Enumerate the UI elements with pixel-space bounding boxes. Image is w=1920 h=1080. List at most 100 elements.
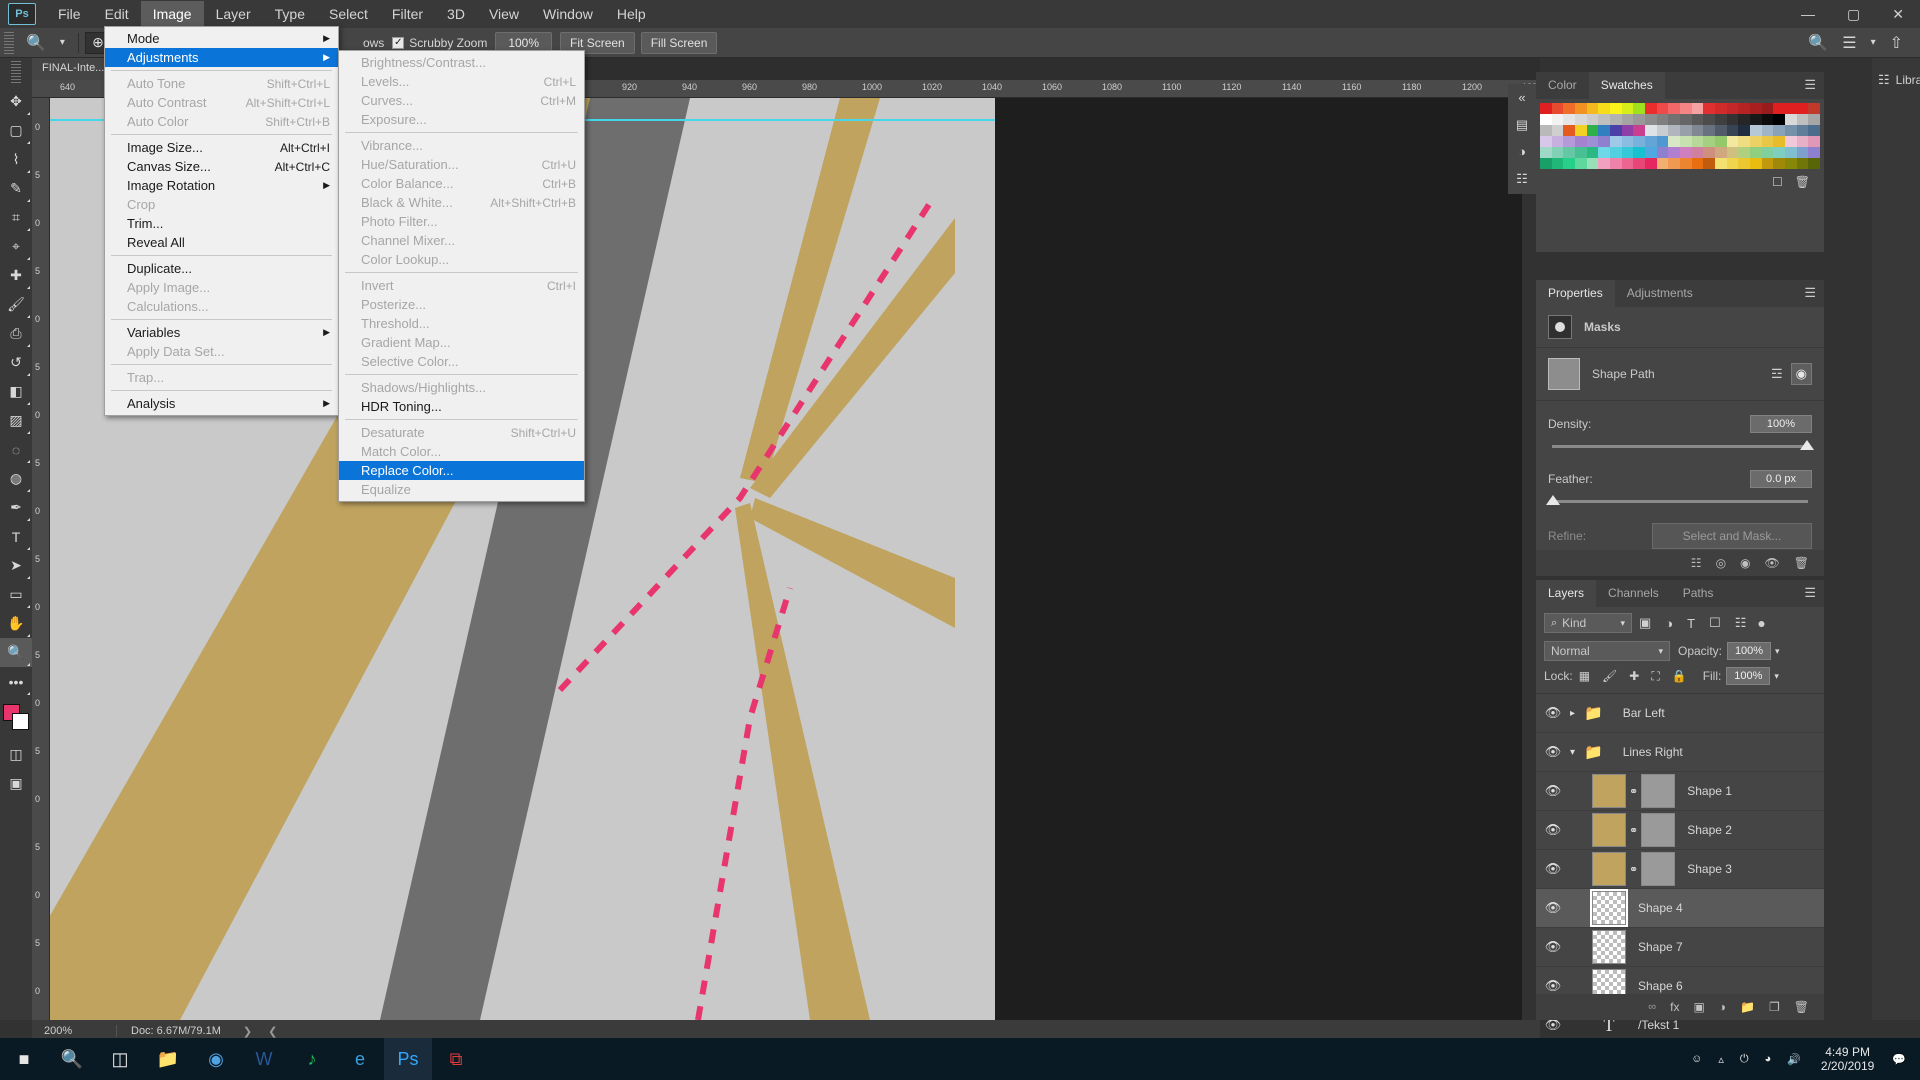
swatch-cell[interactable] bbox=[1703, 125, 1715, 136]
apply-mask-icon[interactable]: ◉ bbox=[1733, 556, 1757, 570]
panel-menu-icon[interactable]: ☰ bbox=[1796, 71, 1824, 99]
layer-visibility-icon[interactable]: 👁 bbox=[1536, 978, 1570, 994]
libraries-icon[interactable]: ☷ bbox=[1878, 72, 1890, 88]
tools-grip[interactable] bbox=[11, 61, 21, 83]
lock-all-icon[interactable]: 🔒 bbox=[1666, 669, 1693, 683]
swatch-cell[interactable] bbox=[1587, 103, 1599, 114]
layer-mask-thumbnail[interactable] bbox=[1641, 813, 1675, 847]
layer-visibility-icon[interactable]: 👁 bbox=[1536, 744, 1570, 760]
swatch-cell[interactable] bbox=[1762, 147, 1774, 158]
doc-info[interactable]: Doc: 6.67M/79.1M bbox=[116, 1025, 235, 1037]
swatch-cell[interactable] bbox=[1750, 136, 1762, 147]
gradient-tool[interactable]: ▨ bbox=[0, 406, 32, 435]
layer-row[interactable]: 👁▾📁Lines Right bbox=[1536, 733, 1824, 772]
swatch-cell[interactable] bbox=[1668, 147, 1680, 158]
adjustments-item-brightness-contrast[interactable]: Brightness/Contrast... bbox=[339, 53, 584, 72]
layer-visibility-icon[interactable]: 👁 bbox=[1536, 900, 1570, 916]
image-menu-item-canvas-size[interactable]: Canvas Size...Alt+Ctrl+C bbox=[105, 157, 338, 176]
swatch-cell[interactable] bbox=[1773, 147, 1785, 158]
chevron-left-icon[interactable]: ❮ bbox=[260, 1025, 285, 1038]
swatch-cell[interactable] bbox=[1797, 125, 1809, 136]
swatch-cell[interactable] bbox=[1598, 158, 1610, 169]
image-menu-item-mode[interactable]: Mode▶ bbox=[105, 29, 338, 48]
people-icon[interactable]: ☺ bbox=[1683, 1053, 1710, 1065]
battery-icon[interactable]: ⏻ bbox=[1732, 1053, 1757, 1066]
link-layers-icon[interactable]: ∞ bbox=[1641, 1001, 1663, 1013]
vertical-ruler[interactable]: 05050505050505050505 bbox=[32, 98, 50, 1020]
layer-visibility-icon[interactable]: 👁 bbox=[1536, 939, 1570, 955]
edge-icon[interactable]: e bbox=[336, 1038, 384, 1080]
swatch-cell[interactable] bbox=[1785, 136, 1797, 147]
share-icon[interactable]: ⇧ bbox=[1883, 33, 1910, 53]
smart-object-filter-icon[interactable]: ☷ bbox=[1728, 615, 1754, 631]
swatch-cell[interactable] bbox=[1727, 136, 1739, 147]
taskbar-clock[interactable]: 4:49 PM 2/20/2019 bbox=[1809, 1045, 1886, 1073]
layer-row[interactable]: 👁⚭Shape 2 bbox=[1536, 811, 1824, 850]
image-menu-item-auto-tone[interactable]: Auto ToneShift+Ctrl+L bbox=[105, 74, 338, 93]
swatch-cell[interactable] bbox=[1715, 147, 1727, 158]
swatch-cell[interactable] bbox=[1703, 158, 1715, 169]
tab-swatches[interactable]: Swatches bbox=[1589, 72, 1665, 99]
layer-row[interactable]: 👁Shape 7 bbox=[1536, 928, 1824, 967]
swatch-cell[interactable] bbox=[1692, 114, 1704, 125]
adjustments-item-black-white[interactable]: Black & White...Alt+Shift+Ctrl+B bbox=[339, 193, 584, 212]
chevron-down-icon[interactable]: ▾ bbox=[1864, 37, 1883, 48]
eraser-tool[interactable]: ◧ bbox=[0, 377, 32, 406]
swatch-cell[interactable] bbox=[1738, 103, 1750, 114]
adjustments-item-hdr-toning[interactable]: HDR Toning... bbox=[339, 397, 584, 416]
image-menu-item-reveal-all[interactable]: Reveal All bbox=[105, 233, 338, 252]
swatch-cell[interactable] bbox=[1785, 125, 1797, 136]
swatch-cell[interactable] bbox=[1657, 114, 1669, 125]
swatch-cell[interactable] bbox=[1762, 125, 1774, 136]
swatch-cell[interactable] bbox=[1575, 158, 1587, 169]
swatch-cell[interactable] bbox=[1552, 136, 1564, 147]
feather-slider[interactable] bbox=[1552, 500, 1808, 503]
swatch-cell[interactable] bbox=[1645, 136, 1657, 147]
tab-channels[interactable]: Channels bbox=[1596, 580, 1671, 607]
marquee-tool[interactable]: ▢ bbox=[0, 116, 32, 145]
image-menu-item-image-rotation[interactable]: Image Rotation▶ bbox=[105, 176, 338, 195]
adjustments-item-curves[interactable]: Curves...Ctrl+M bbox=[339, 91, 584, 110]
swatch-cell[interactable] bbox=[1552, 114, 1564, 125]
image-menu-item-crop[interactable]: Crop bbox=[105, 195, 338, 214]
swatches-grid[interactable] bbox=[1536, 99, 1824, 169]
adjustments-item-hue-saturation[interactable]: Hue/Saturation...Ctrl+U bbox=[339, 155, 584, 174]
image-menu-item-adjustments[interactable]: Adjustments▶ bbox=[105, 48, 338, 67]
adjustments-item-equalize[interactable]: Equalize bbox=[339, 480, 584, 499]
layer-row[interactable]: 👁⚭Shape 1 bbox=[1536, 772, 1824, 811]
swatch-cell[interactable] bbox=[1610, 103, 1622, 114]
wifi-icon[interactable]: ◕ bbox=[1757, 1053, 1780, 1065]
adjustments-item-match-color[interactable]: Match Color... bbox=[339, 442, 584, 461]
swatch-cell[interactable] bbox=[1797, 114, 1809, 125]
swatch-cell[interactable] bbox=[1598, 136, 1610, 147]
swatch-cell[interactable] bbox=[1738, 147, 1750, 158]
swatch-cell[interactable] bbox=[1715, 103, 1727, 114]
delete-mask-icon[interactable]: 🗑 bbox=[1787, 556, 1816, 570]
swatch-cell[interactable] bbox=[1633, 147, 1645, 158]
crop-tool[interactable]: ⌗ bbox=[0, 203, 32, 232]
swatch-cell[interactable] bbox=[1587, 147, 1599, 158]
swatch-cell[interactable] bbox=[1680, 136, 1692, 147]
add-pixel-mask-icon[interactable]: ☲ bbox=[1767, 366, 1787, 382]
layer-row[interactable]: 👁⚭Shape 3 bbox=[1536, 850, 1824, 889]
search-icon[interactable]: 🔍 bbox=[1801, 33, 1835, 53]
swatch-cell[interactable] bbox=[1622, 125, 1634, 136]
swatch-cell[interactable] bbox=[1540, 103, 1552, 114]
swatch-cell[interactable] bbox=[1540, 114, 1552, 125]
feather-slider-handle[interactable] bbox=[1546, 495, 1560, 505]
adjustments-item-gradient-map[interactable]: Gradient Map... bbox=[339, 333, 584, 352]
workspace-icon[interactable]: ☰ bbox=[1835, 33, 1863, 53]
eyedropper-tool[interactable]: ⌖ bbox=[0, 232, 32, 261]
adjustments-rail-icon[interactable]: ◑ bbox=[1508, 138, 1536, 165]
swatch-cell[interactable] bbox=[1680, 147, 1692, 158]
blur-tool[interactable]: ◌ bbox=[0, 435, 32, 464]
swatch-cell[interactable] bbox=[1750, 158, 1762, 169]
adjustments-item-channel-mixer[interactable]: Channel Mixer... bbox=[339, 231, 584, 250]
swatch-cell[interactable] bbox=[1552, 125, 1564, 136]
photoshop-icon[interactable]: Ps bbox=[384, 1038, 432, 1080]
layer-style-icon[interactable]: fx bbox=[1663, 1000, 1686, 1014]
adjustments-item-replace-color[interactable]: Replace Color... bbox=[339, 461, 584, 480]
blend-mode-select[interactable]: Normal ▾ bbox=[1544, 641, 1670, 661]
swatch-cell[interactable] bbox=[1668, 114, 1680, 125]
search-icon[interactable]: 🔍 bbox=[48, 1038, 96, 1080]
